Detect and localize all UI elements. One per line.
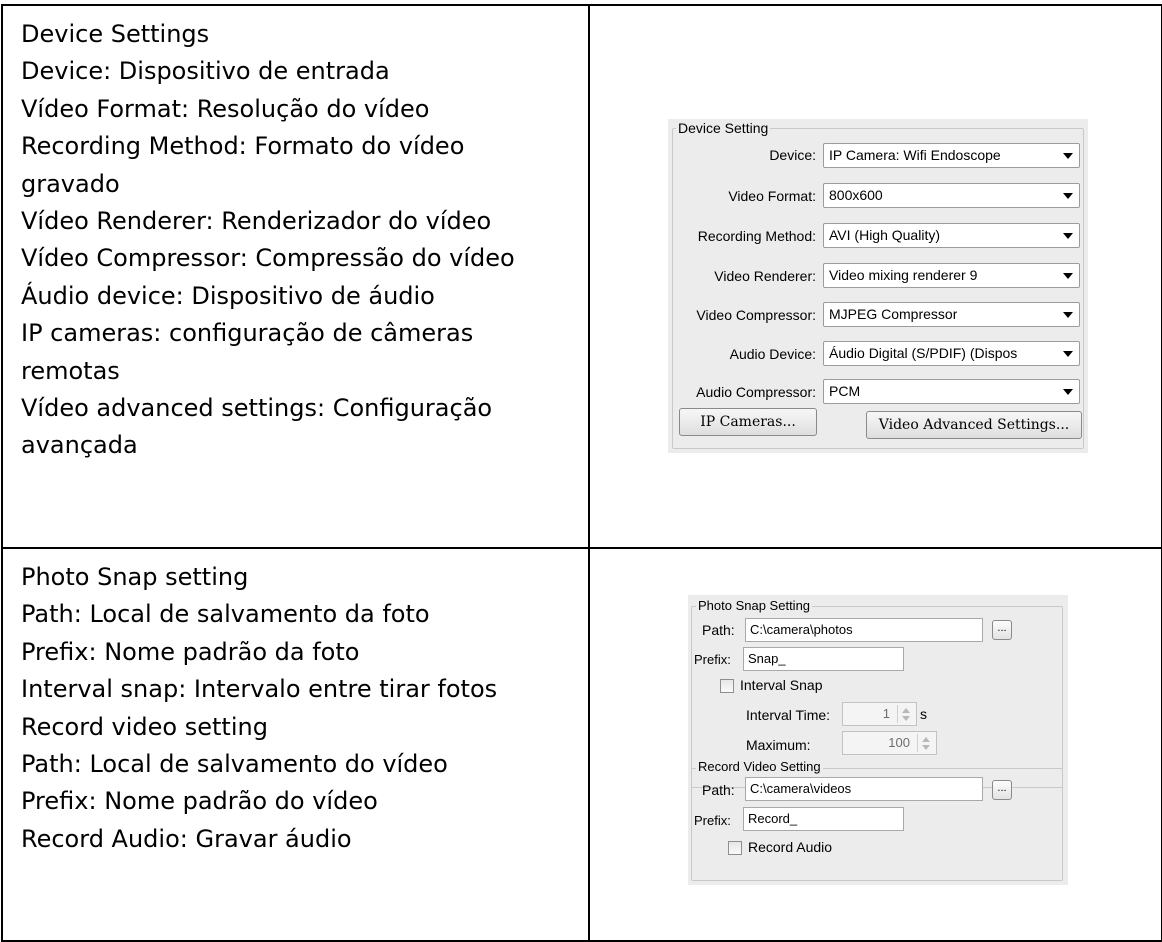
description-line: Recording Method: Formato do vídeo [21, 132, 465, 161]
interval-snap-checkbox[interactable] [720, 679, 734, 693]
maximum-value: 100 [888, 735, 910, 750]
video-format-value: 800x600 [829, 187, 883, 203]
audio-device-value: Áudio Digital (S/PDIF) (Dispos [829, 345, 1018, 361]
description-line: remotas [21, 356, 120, 385]
description-line: Áudio device: Dispositivo de áudio [21, 281, 435, 310]
recording-method-dropdown[interactable]: AVI (High Quality) [823, 223, 1080, 248]
chevron-down-icon [1063, 273, 1073, 279]
spinner-arrows-icon[interactable] [897, 705, 914, 723]
video-compressor-label: Video Compressor: [696, 307, 816, 323]
record-path-label: Path: [702, 782, 735, 798]
description-line: Path: Local de salvamento da foto [21, 600, 430, 629]
audio-compressor-label: Audio Compressor: [696, 384, 816, 400]
record-audio-label: Record Audio [748, 839, 833, 855]
record-video-title: Record Video Setting [696, 759, 823, 774]
device-setting-panel: Device Setting Device: IP Camera: Wifi E… [668, 119, 1088, 453]
description-line: Device: Dispositivo de entrada [21, 57, 390, 86]
record-audio-checkbox[interactable] [728, 841, 742, 855]
photo-path-label: Path: [702, 622, 735, 638]
photo-path-input[interactable]: C:\camera\photos [745, 618, 983, 642]
chevron-down-icon [1063, 193, 1073, 199]
video-renderer-dropdown[interactable]: Video mixing renderer 9 [823, 263, 1080, 288]
description-line: Vídeo Format: Resolução do vídeo [21, 94, 430, 123]
video-advanced-settings-button[interactable]: Video Advanced Settings... [866, 411, 1082, 439]
description-line: Photo Snap setting [21, 563, 249, 591]
device-dropdown[interactable]: IP Camera: Wifi Endoscope [823, 143, 1080, 168]
interval-unit-label: s [920, 706, 927, 722]
ip-cameras-button[interactable]: IP Cameras... [679, 408, 817, 436]
interval-snap-label: Interval Snap [740, 677, 823, 693]
audio-device-dropdown[interactable]: Áudio Digital (S/PDIF) (Dispos [823, 341, 1080, 366]
description-line: Vídeo Renderer: Renderizador do vídeo [21, 207, 492, 236]
recording-method-label: Recording Method: [697, 228, 816, 244]
audio-device-label: Audio Device: [729, 346, 816, 362]
description-line: Prefix: Nome padrão da foto [21, 637, 360, 666]
description-line: Prefix: Nome padrão do vídeo [21, 787, 378, 816]
recording-method-value: AVI (High Quality) [829, 227, 940, 243]
maximum-label: Maximum: [746, 737, 811, 753]
description-line: Interval snap: Intervalo entre tirar fot… [21, 675, 498, 704]
chevron-down-icon [1063, 351, 1073, 357]
chevron-down-icon [1063, 312, 1073, 318]
interval-time-label: Interval Time: [746, 707, 831, 723]
audio-compressor-dropdown[interactable]: PCM [823, 379, 1080, 404]
photo-prefix-input[interactable]: Snap_ [743, 647, 904, 671]
snap-settings-description-cell: Photo Snap setting Path: Local de salvam… [1, 547, 590, 942]
record-prefix-label: Prefix: [694, 813, 731, 828]
video-renderer-label: Video Renderer: [714, 268, 816, 284]
video-renderer-value: Video mixing renderer 9 [829, 267, 978, 283]
chevron-down-icon [1063, 233, 1073, 239]
snap-settings-description: Photo Snap setting Path: Local de salvam… [3, 549, 588, 858]
chevron-down-icon [1063, 153, 1073, 159]
description-line: avançada [21, 431, 138, 460]
video-compressor-value: MJPEG Compressor [829, 306, 958, 322]
spinner-arrows-icon[interactable] [917, 734, 934, 752]
device-settings-description-cell: Device Settings Device: Dispositivo de e… [1, 4, 590, 549]
photo-prefix-label: Prefix: [694, 652, 731, 667]
maximum-spinner[interactable]: 100 [842, 731, 937, 755]
description-line: Record video setting [21, 712, 268, 741]
description-line: Device Settings [21, 20, 210, 48]
description-line: Record Audio: Gravar áudio [21, 824, 352, 853]
record-path-browse-button[interactable]: ... [992, 780, 1012, 800]
description-line: Vídeo advanced settings: Configuração [21, 394, 493, 423]
description-line: IP cameras: configuração de câmeras [21, 319, 474, 348]
device-settings-description: Device Settings Device: Dispositivo de e… [3, 6, 588, 465]
device-value: IP Camera: Wifi Endoscope [829, 147, 1001, 163]
photo-path-browse-button[interactable]: ... [992, 620, 1012, 640]
description-line: gravado [21, 169, 120, 198]
device-label: Device: [769, 147, 816, 163]
snap-record-panel: Photo Snap Setting Path: C:\camera\photo… [688, 595, 1068, 885]
record-path-input[interactable]: C:\camera\videos [745, 777, 983, 801]
description-line: Vídeo Compressor: Compressão do vídeo [21, 244, 515, 273]
record-prefix-input[interactable]: Record_ [743, 807, 904, 831]
device-setting-title: Device Setting [676, 120, 771, 136]
interval-time-spinner[interactable]: 1 [842, 702, 917, 726]
audio-compressor-value: PCM [829, 383, 861, 399]
interval-time-value: 1 [882, 706, 890, 721]
chevron-down-icon [1063, 389, 1073, 395]
photo-snap-title: Photo Snap Setting [696, 598, 813, 613]
video-format-dropdown[interactable]: 800x600 [823, 183, 1080, 208]
video-compressor-dropdown[interactable]: MJPEG Compressor [823, 302, 1080, 327]
video-format-label: Video Format: [728, 188, 816, 204]
description-line: Path: Local de salvamento do vídeo [21, 750, 448, 779]
